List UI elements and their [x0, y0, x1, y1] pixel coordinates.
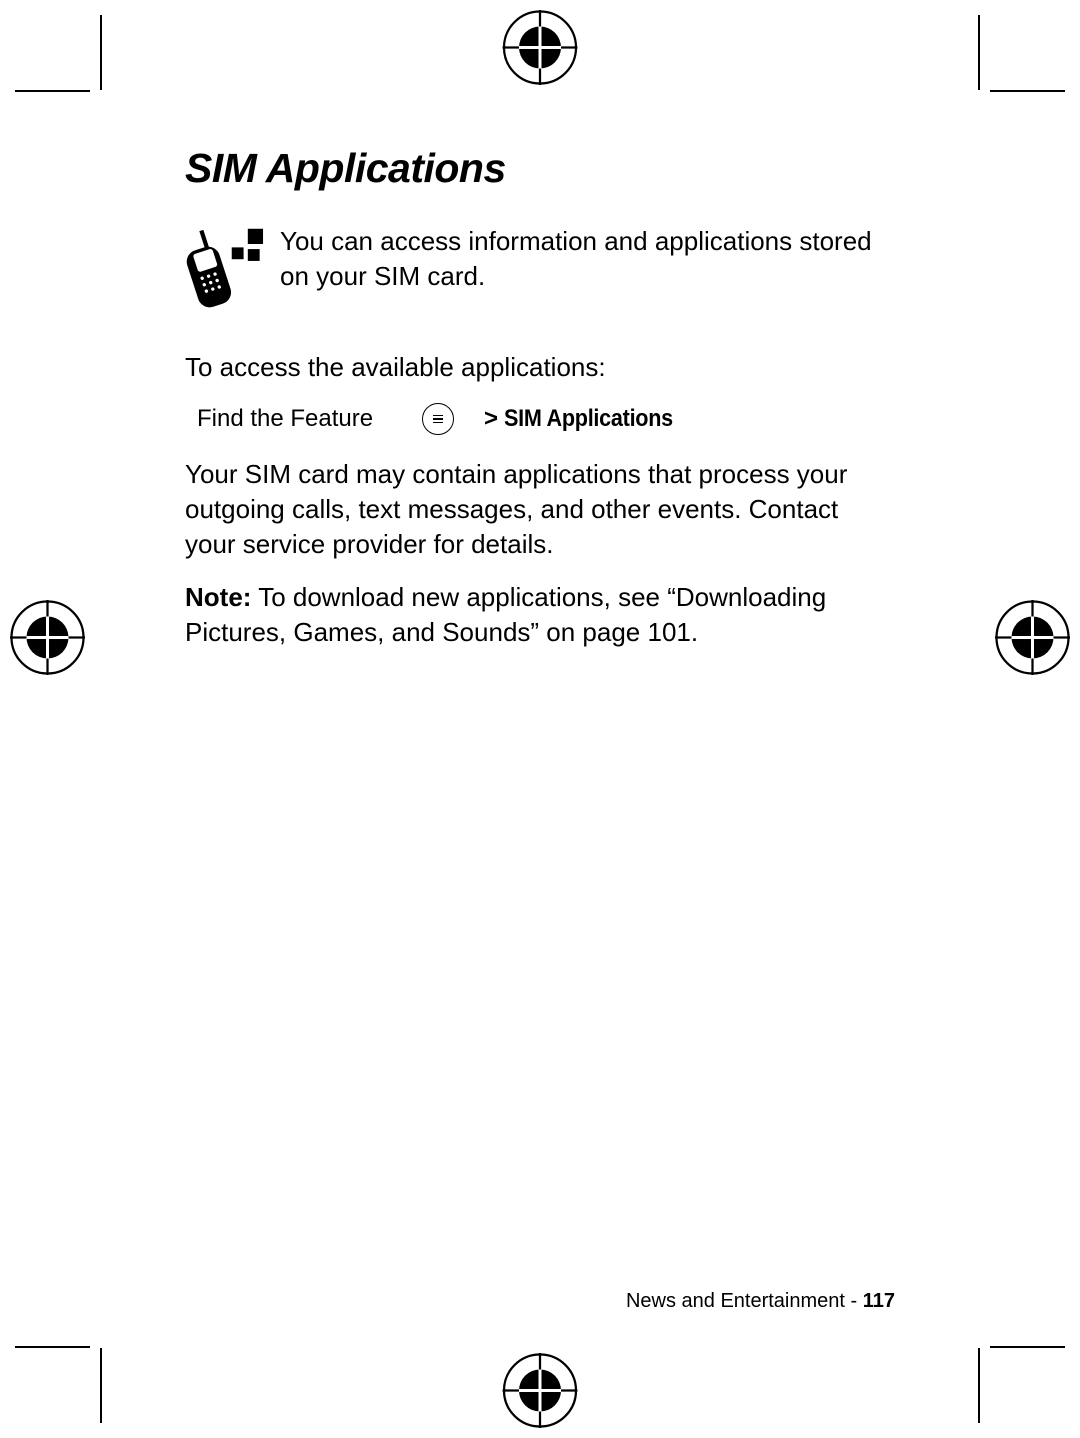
crop-mark: [978, 15, 980, 90]
find-the-feature-label: Find the Feature: [197, 405, 422, 433]
crop-mark: [990, 1346, 1065, 1348]
menu-key-icon: [422, 403, 454, 435]
crop-mark: [990, 90, 1065, 92]
crop-mark: [15, 90, 90, 92]
to-access-text: To access the available applications:: [185, 350, 895, 385]
paragraph-sim-apps: Your SIM card may contain applications t…: [185, 457, 895, 562]
note-paragraph: Note: To download new applications, see …: [185, 580, 895, 650]
crop-mark: [15, 1346, 90, 1348]
note-label: Note:: [185, 582, 251, 612]
note-text: To download new applications, see “Downl…: [185, 582, 826, 647]
registration-mark-icon: [503, 10, 578, 85]
path-arrow: >: [484, 405, 498, 433]
registration-mark-icon: [10, 600, 85, 675]
registration-mark-icon: [995, 600, 1070, 675]
phone-signal-icon: [185, 222, 280, 310]
page-footer: News and Entertainment - 117: [626, 1290, 895, 1313]
footer-section: News and Entertainment -: [626, 1290, 863, 1312]
crop-mark: [100, 15, 102, 90]
menu-path: SIM Applications: [504, 405, 673, 433]
page-number: 117: [863, 1290, 895, 1312]
crop-mark: [100, 1348, 102, 1423]
intro-row: You can access information and applicati…: [185, 222, 895, 310]
find-the-feature-row: Find the Feature > SIM Applications: [197, 403, 895, 435]
intro-text: You can access information and applicati…: [280, 222, 895, 294]
registration-mark-icon: [503, 1353, 578, 1428]
section-heading: SIM Applications: [185, 145, 895, 192]
page-content: SIM Applications Y: [185, 145, 895, 1313]
crop-mark: [978, 1348, 980, 1423]
